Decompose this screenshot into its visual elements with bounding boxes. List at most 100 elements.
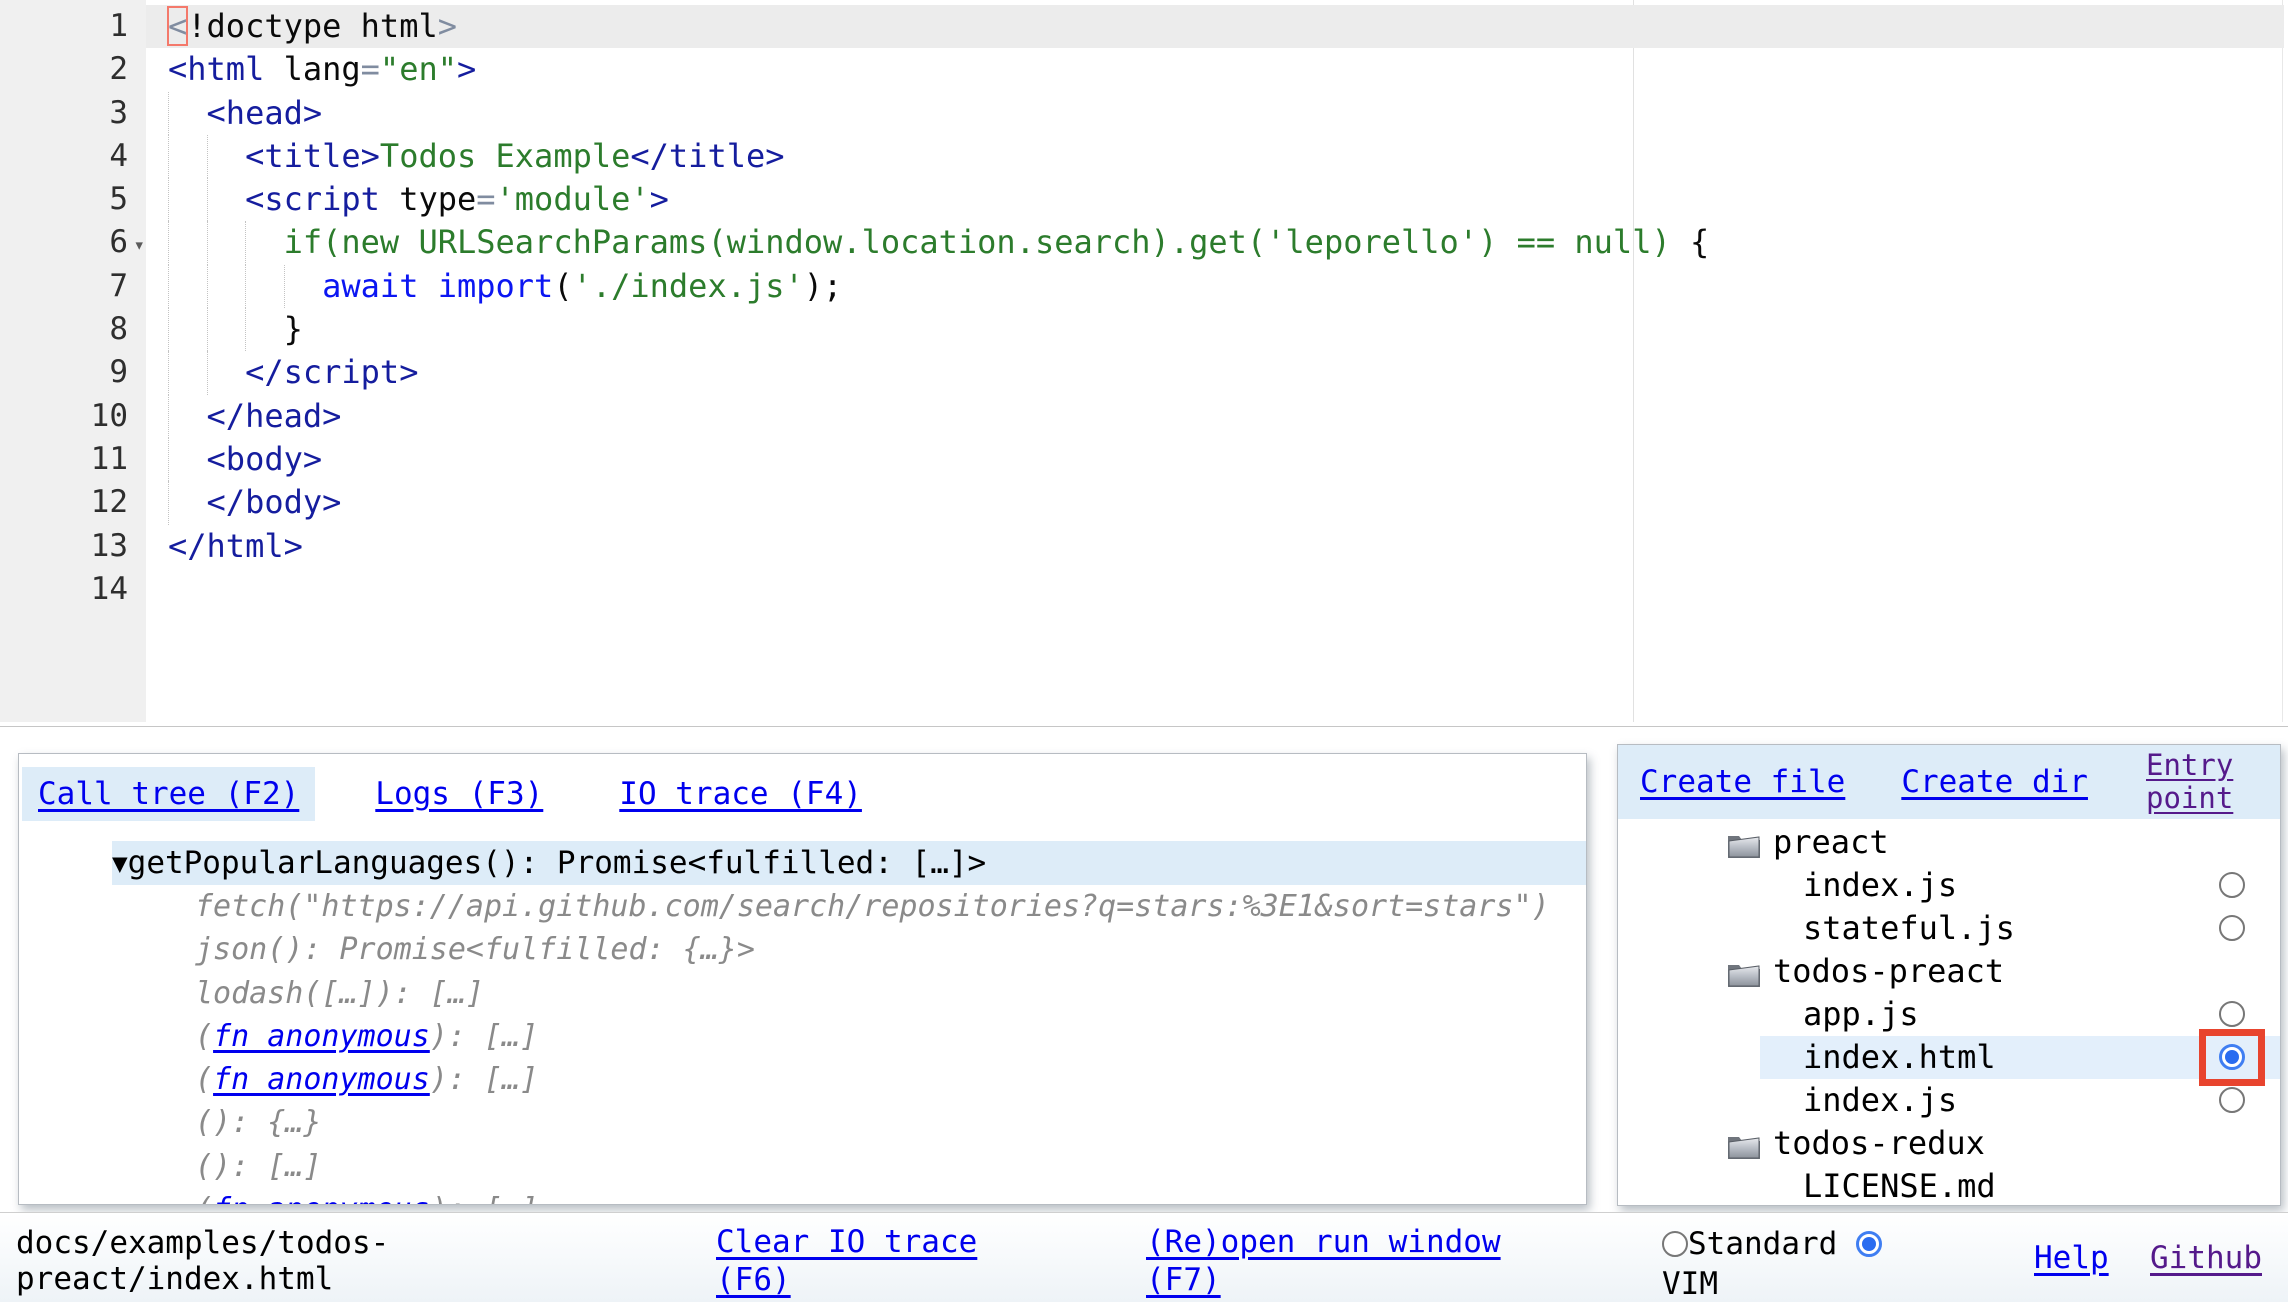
- code-line-content[interactable]: <script type='module'>: [146, 178, 2284, 221]
- code-line-content[interactable]: <body>: [146, 438, 2284, 481]
- file-name[interactable]: app.js: [1803, 993, 1919, 1036]
- line-number-text: 8: [109, 311, 128, 347]
- code-lines[interactable]: 1<!doctype html>2<html lang="en"> 3 <head>…: [0, 5, 2284, 611]
- entry-point-radio[interactable]: [2219, 1044, 2245, 1070]
- code-token: </body>: [207, 483, 342, 521]
- entry-point-radio[interactable]: [2219, 872, 2245, 898]
- code-line[interactable]: 5 <script type='module'>: [0, 178, 2284, 221]
- call-tree-row[interactable]: (fn anonymous): […]: [195, 1188, 1586, 1204]
- indent-guide: [207, 135, 208, 178]
- line-number-text: 13: [91, 528, 128, 564]
- code-line-content[interactable]: </body>: [146, 481, 2284, 524]
- file-row[interactable]: index.js: [1618, 864, 2280, 907]
- code-token: >: [438, 7, 457, 45]
- code-line[interactable]: 7 await import('./index.js');: [0, 265, 2284, 308]
- call-tree-row[interactable]: (): […]: [195, 1145, 1586, 1188]
- clear-io-trace-button[interactable]: Clear IO trace (F6): [716, 1223, 1016, 1299]
- entry-point-radio[interactable]: [2219, 915, 2245, 941]
- line-number-text: 4: [109, 138, 128, 174]
- file-name[interactable]: LICENSE.md: [1803, 1165, 1996, 1205]
- code-line[interactable]: 1<!doctype html>: [0, 5, 2284, 48]
- code-line[interactable]: 13 </html>: [0, 525, 2284, 568]
- code-line[interactable]: 14: [0, 568, 2284, 611]
- folder-name[interactable]: todos-redux: [1773, 1122, 1985, 1165]
- file-row[interactable]: stateful.js: [1618, 907, 2280, 950]
- code-line-content[interactable]: if(new URLSearchParams(window.location.s…: [146, 221, 2284, 264]
- file-name[interactable]: index.html: [1803, 1036, 1996, 1079]
- anonymous-function-link[interactable]: fn anonymous: [213, 1192, 430, 1204]
- code-token: [418, 267, 437, 305]
- file-row[interactable]: index.html: [1618, 1036, 2280, 1079]
- create-dir-button[interactable]: Create dir: [1901, 764, 2088, 800]
- line-number-text: 5: [109, 181, 128, 217]
- call-tree-row[interactable]: json(): Promise<fulfilled: {…}>: [195, 928, 1586, 971]
- mode-radio-vim[interactable]: [1856, 1231, 1882, 1257]
- code-token: 'module': [496, 180, 650, 218]
- code-line[interactable]: 6▾if(new URLSearchParams(window.location…: [0, 221, 2284, 264]
- folder-name[interactable]: preact: [1773, 821, 1889, 864]
- call-tree-row[interactable]: (fn anonymous): […]: [195, 1015, 1586, 1058]
- folder-row[interactable]: todos-preact: [1618, 950, 2280, 993]
- file-row[interactable]: index.js: [1618, 1079, 2280, 1122]
- tab-call-tree-f2[interactable]: Call tree (F2): [22, 767, 315, 821]
- code-tokens: }: [146, 308, 2284, 351]
- fold-arrow-icon[interactable]: ▾: [134, 224, 145, 267]
- code-line-content[interactable]: </head>: [146, 395, 2284, 438]
- code-line[interactable]: 10</head>: [0, 395, 2284, 438]
- code-line-content[interactable]: <head>: [146, 92, 2284, 135]
- folder-row[interactable]: preact: [1618, 821, 2280, 864]
- call-tree-row[interactable]: (): {…}: [195, 1101, 1586, 1144]
- code-line-content[interactable]: <title>Todos Example</title>: [146, 135, 2284, 178]
- code-line-content[interactable]: <!doctype html>: [146, 5, 2284, 48]
- reopen-run-window-button[interactable]: (Re)open run window (F7): [1146, 1223, 1538, 1299]
- mode-radio-standard[interactable]: [1662, 1231, 1688, 1257]
- indent-guide: [168, 438, 169, 481]
- file-name[interactable]: stateful.js: [1803, 907, 2015, 950]
- call-tree-row[interactable]: lodash([…]): […]: [195, 972, 1586, 1015]
- line-number-text: 7: [109, 268, 128, 304]
- code-line[interactable]: 9</script>: [0, 351, 2284, 394]
- tab-logs-f3[interactable]: Logs (F3): [375, 767, 543, 821]
- code-token: >: [457, 50, 476, 88]
- code-line[interactable]: 3 <head>: [0, 92, 2284, 135]
- code-line-content[interactable]: <html lang="en">: [146, 48, 2284, 91]
- file-row[interactable]: app.js: [1618, 993, 2280, 1036]
- anonymous-function-link[interactable]: fn anonymous: [213, 1062, 430, 1097]
- mode-label-vim[interactable]: VIM: [1662, 1266, 1718, 1302]
- file-row[interactable]: LICENSE.md: [1618, 1165, 2280, 1205]
- code-line[interactable]: 4 <title>Todos Example</title>: [0, 135, 2284, 178]
- call-tree-row[interactable]: (fn anonymous): […]: [195, 1058, 1586, 1101]
- help-link[interactable]: Help: [2034, 1239, 2109, 1277]
- collapse-triangle-icon[interactable]: ▼: [112, 849, 128, 879]
- code-token: <head>: [207, 94, 323, 132]
- code-line[interactable]: 12</body>: [0, 481, 2284, 524]
- anonymous-function-link[interactable]: fn anonymous: [213, 1019, 430, 1054]
- code-line-content[interactable]: await import('./index.js');: [146, 265, 2284, 308]
- file-name[interactable]: index.js: [1803, 864, 1957, 907]
- code-line-content[interactable]: }: [146, 308, 2284, 351]
- github-link[interactable]: Github: [2150, 1239, 2262, 1277]
- code-line-content[interactable]: </script>: [146, 351, 2284, 394]
- entry-point-radio[interactable]: [2219, 1087, 2245, 1113]
- call-tree-row[interactable]: ▼getPopularLanguages(): Promise<fulfille…: [112, 841, 1586, 885]
- code-line[interactable]: 8}: [0, 308, 2284, 351]
- folder-row[interactable]: todos-redux: [1618, 1122, 2280, 1165]
- folder-name[interactable]: todos-preact: [1773, 950, 2004, 993]
- code-line[interactable]: 11<body>: [0, 438, 2284, 481]
- mode-label-standard[interactable]: Standard: [1688, 1226, 1837, 1262]
- line-number: 11: [0, 438, 146, 481]
- create-file-button[interactable]: Create file: [1640, 764, 1845, 800]
- file-name[interactable]: index.js: [1803, 1079, 1957, 1122]
- code-line[interactable]: 2<html lang="en">: [0, 48, 2284, 91]
- code-line-content[interactable]: </html>: [146, 525, 2284, 568]
- code-line-content[interactable]: [146, 568, 2284, 611]
- entry-point-radio[interactable]: [2219, 1001, 2245, 1027]
- indent-guide: [168, 265, 169, 308]
- code-token: {: [1671, 223, 1710, 261]
- call-tree-row[interactable]: fetch("https://api.github.com/search/rep…: [195, 885, 1586, 928]
- tab-io-trace-f4[interactable]: IO trace (F4): [619, 767, 862, 821]
- line-number-text: 3: [109, 95, 128, 131]
- code-editor[interactable]: 1<!doctype html>2<html lang="en"> 3 <head>…: [0, 0, 2288, 727]
- code-token: =: [476, 180, 495, 218]
- entry-point-column-label[interactable]: Entry point: [2146, 749, 2260, 815]
